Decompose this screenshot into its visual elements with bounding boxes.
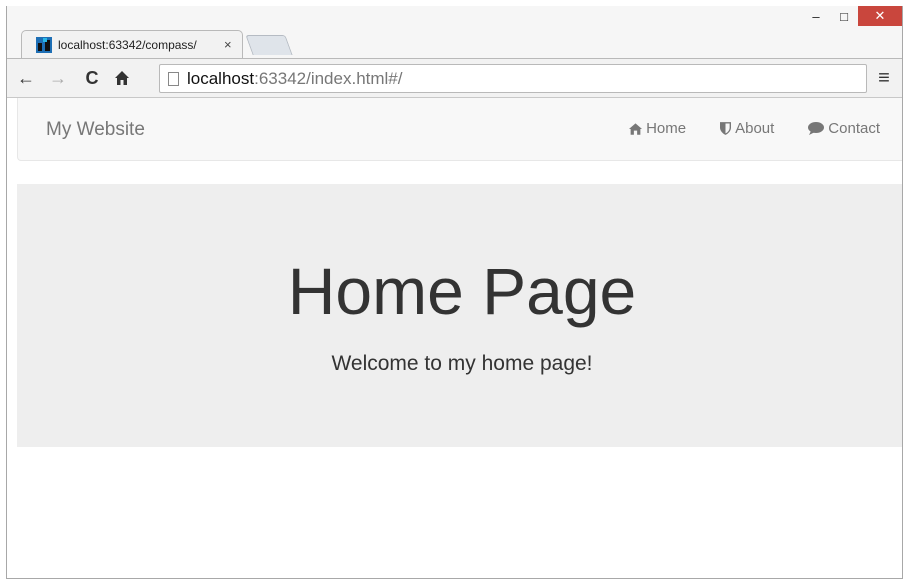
minimize-button[interactable]: –	[802, 6, 830, 26]
shield-icon	[720, 122, 732, 135]
back-arrow-icon: ←	[17, 67, 35, 88]
url-host: localhost	[187, 68, 255, 88]
forward-button[interactable]: →	[47, 67, 69, 89]
site-navbar: My Website Home About Contact	[17, 98, 902, 161]
nav-link-label: Contact	[828, 120, 880, 137]
tab-close-icon[interactable]: ×	[224, 37, 232, 52]
comment-icon	[808, 122, 825, 135]
home-button[interactable]	[111, 67, 133, 89]
page-title: Home Page	[287, 254, 637, 328]
close-window-button[interactable]: ✕	[858, 6, 902, 26]
reload-icon: C	[85, 67, 99, 88]
new-tab-button[interactable]	[245, 35, 293, 55]
home-icon	[115, 71, 129, 85]
jumbotron: Home Page Welcome to my home page!	[17, 184, 902, 447]
nav-link-label: About	[735, 120, 775, 137]
forward-arrow-icon: →	[49, 67, 67, 88]
hamburger-menu-icon: ≡	[878, 66, 890, 89]
back-button[interactable]: ←	[15, 67, 37, 89]
nav-link-about[interactable]: About	[720, 120, 774, 137]
url-path: :63342/index.html#/	[254, 68, 403, 88]
home-icon	[629, 122, 643, 135]
site-brand[interactable]: My Website	[46, 119, 145, 141]
browser-toolbar: ← → C localhost:63342/index.html#/ ≡	[7, 58, 902, 98]
browser-tab[interactable]: localhost:63342/compass/ ×	[21, 30, 243, 58]
tab-title: localhost:63342/compass/	[58, 37, 197, 52]
page-icon	[168, 71, 179, 86]
nav-link-contact[interactable]: Contact	[808, 120, 880, 137]
menu-button[interactable]: ≡	[873, 67, 895, 89]
nav-links: Home About Contact	[595, 120, 880, 137]
maximize-button[interactable]: □	[830, 6, 858, 26]
tab-strip: localhost:63342/compass/ × – □ ✕	[7, 6, 902, 58]
reload-button[interactable]: C	[81, 67, 103, 89]
address-bar[interactable]: localhost:63342/index.html#/	[159, 64, 867, 93]
window-controls: – □ ✕	[802, 6, 902, 28]
browser-window: localhost:63342/compass/ × – □ ✕ ← → C l…	[6, 6, 903, 579]
nav-link-label: Home	[646, 120, 687, 137]
page-viewport: My Website Home About Contact Home Page …	[7, 98, 902, 578]
nav-link-home[interactable]: Home	[629, 120, 686, 137]
webstorm-favicon-icon	[36, 36, 52, 53]
page-subtitle: Welcome to my home page!	[331, 352, 593, 375]
